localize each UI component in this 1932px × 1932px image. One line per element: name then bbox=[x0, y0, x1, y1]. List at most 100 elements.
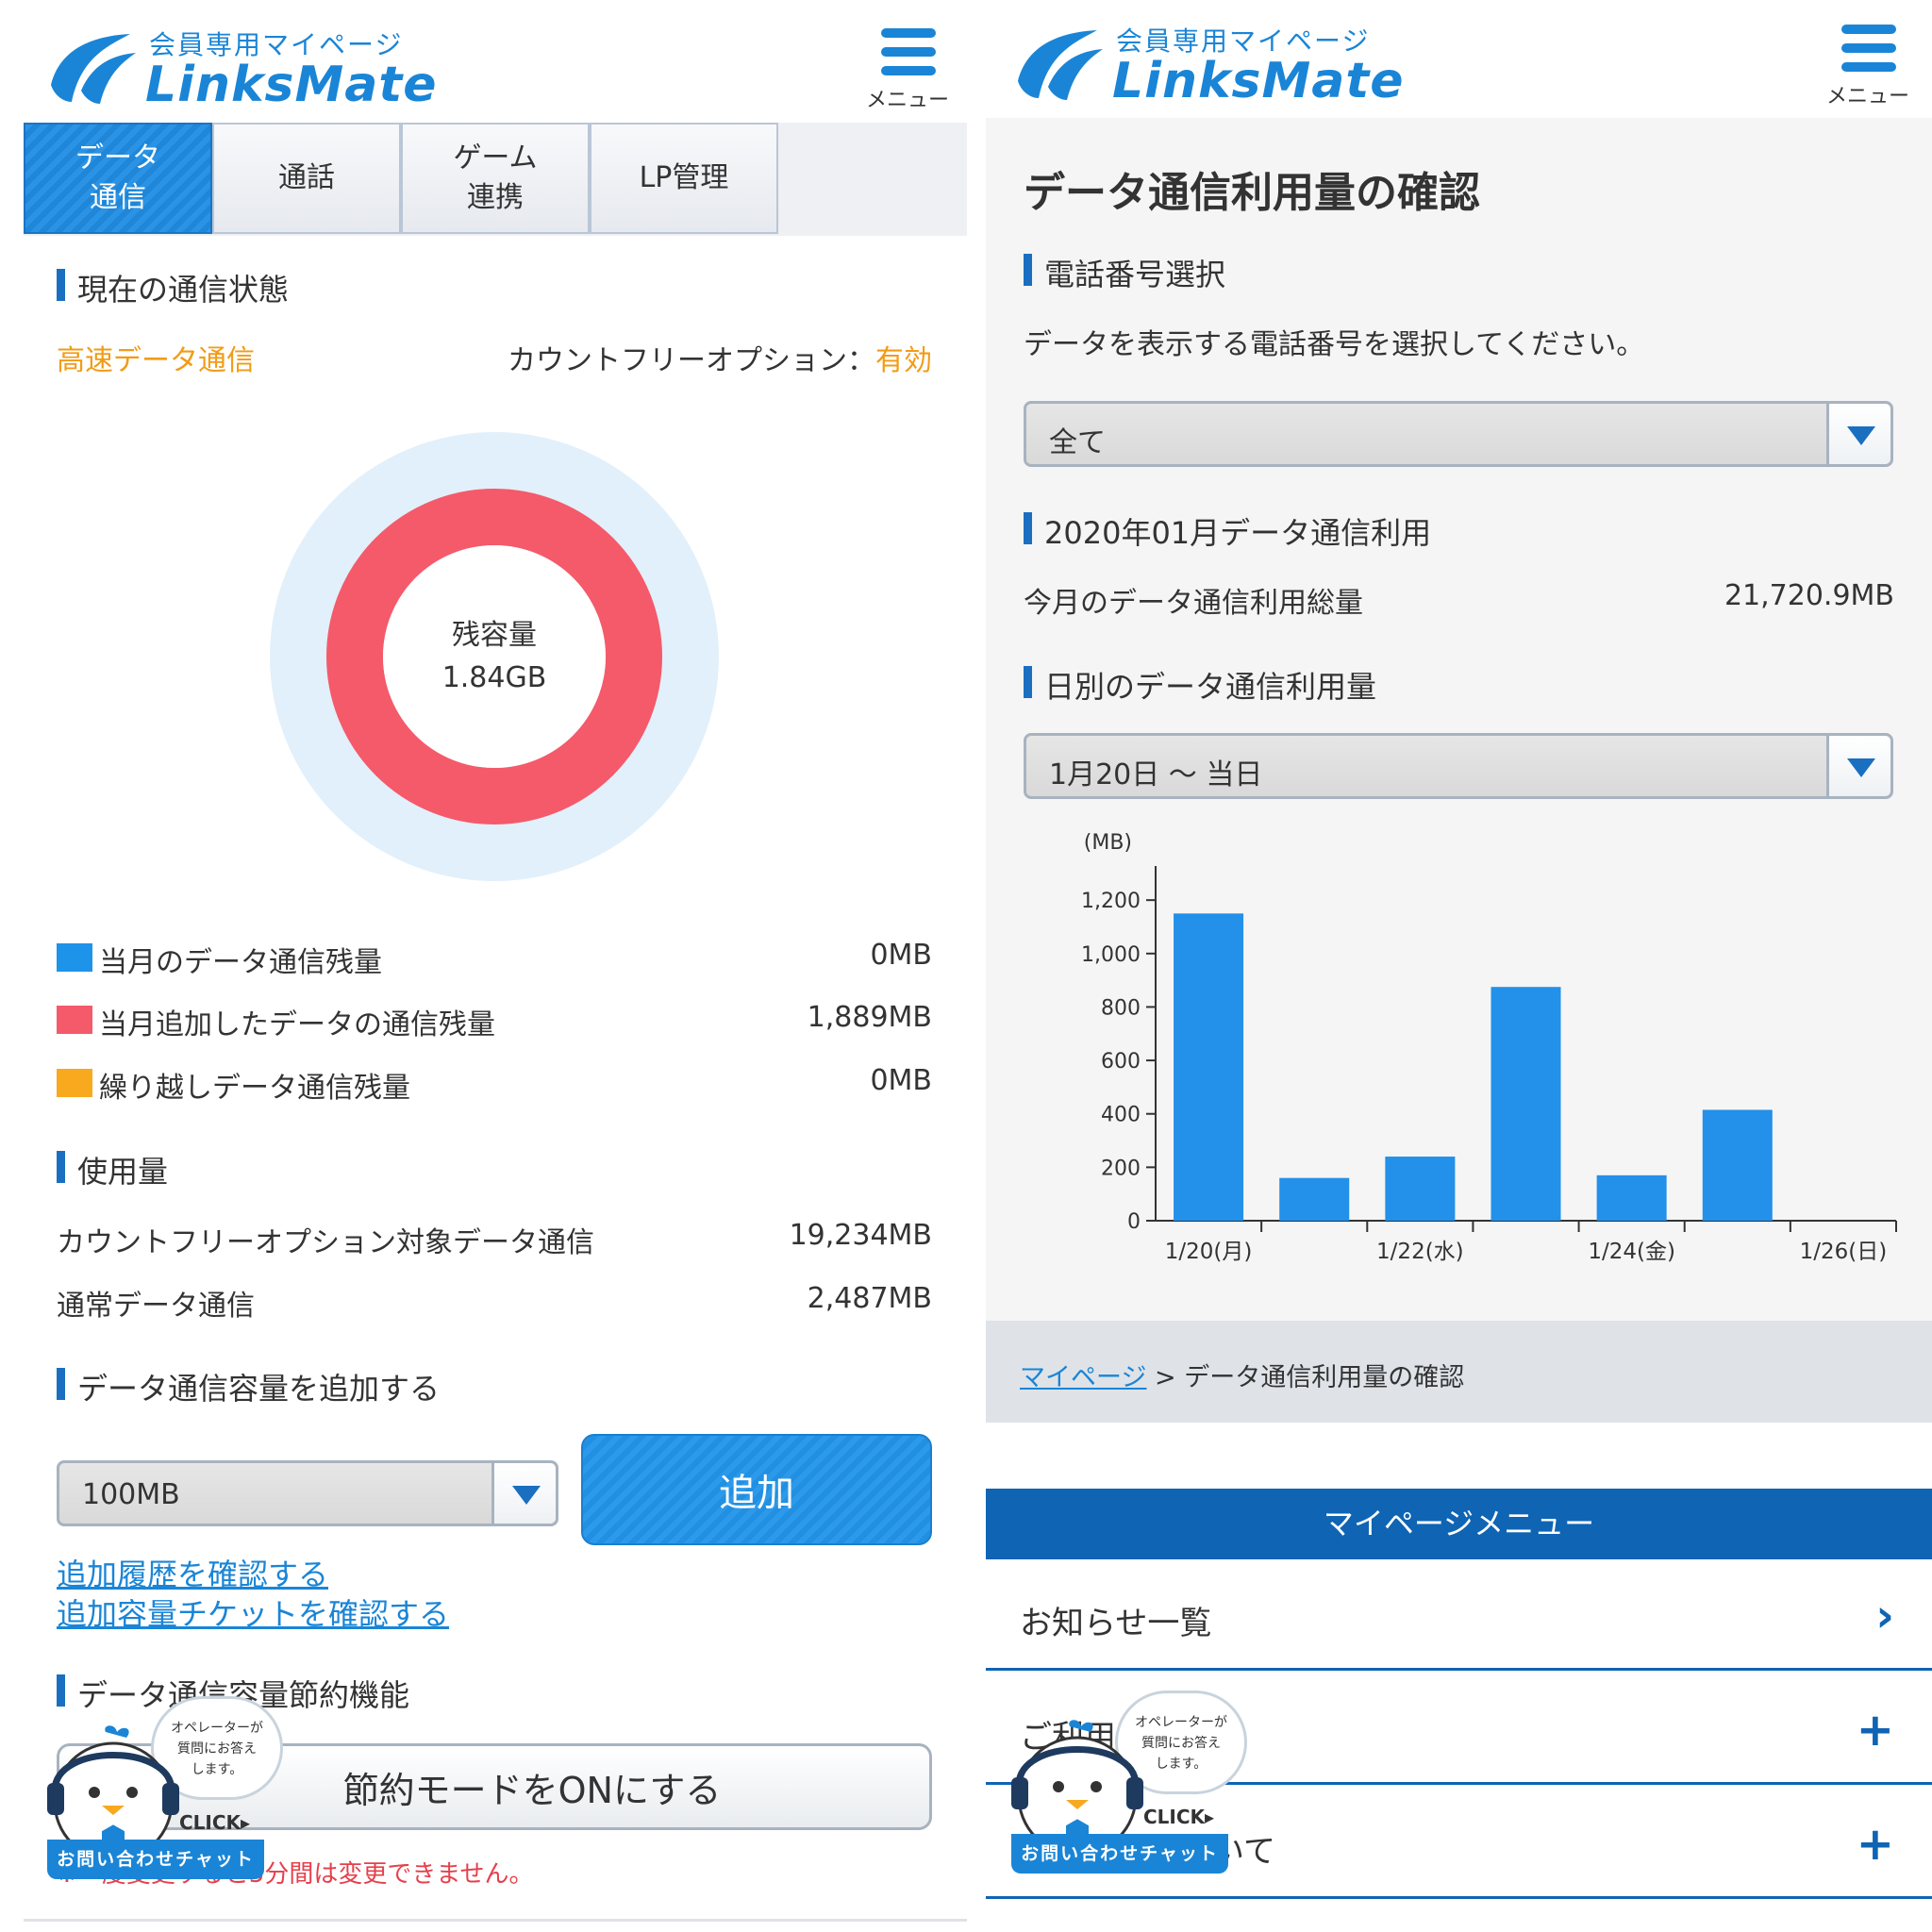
month-section-title: 2020年01月データ通信利用 bbox=[1024, 509, 1431, 553]
breadcrumb-current: データ通信利用量の確認 bbox=[1184, 1363, 1465, 1392]
y-axis-label: (MB) bbox=[1084, 831, 1132, 855]
donut-label: 残容量 bbox=[452, 619, 537, 652]
chat-bar-label: お問い合わせチャット bbox=[1011, 1834, 1228, 1874]
remaining-donut-chart: 残容量 1.84GB bbox=[270, 432, 719, 881]
chevron-right-icon: › bbox=[1875, 1590, 1894, 1642]
bar-1/22(水) bbox=[1385, 1157, 1456, 1221]
usage-value-countfree: 19,234MB bbox=[789, 1219, 932, 1252]
x-tick-label: 1/20(月) bbox=[1165, 1240, 1253, 1264]
plus-icon: + bbox=[1856, 1818, 1894, 1871]
menu-button[interactable]: メニュー bbox=[860, 28, 955, 113]
bar-1/24(金) bbox=[1596, 1174, 1667, 1221]
tab-game[interactable]: ゲーム 連携 bbox=[401, 123, 590, 234]
y-tick-label: 1,200 bbox=[1081, 890, 1141, 913]
count-free-value: 有効 bbox=[875, 344, 932, 377]
phone-description: データを表示する電話番号を選択してください。 bbox=[1024, 328, 1645, 361]
menu-item-label: お知らせ一覧 bbox=[1020, 1605, 1212, 1642]
bar-1/20(月) bbox=[1174, 913, 1244, 1221]
tab-data[interactable]: データ 通信 bbox=[24, 123, 212, 234]
mypage-menu-header: マイページメニュー bbox=[986, 1489, 1932, 1559]
x-tick-label: 1/26(日) bbox=[1800, 1240, 1888, 1264]
legend-label-monthly: 当月のデータ通信残量 bbox=[99, 946, 382, 979]
bar-1/25 bbox=[1702, 1109, 1773, 1221]
add-ticket-link[interactable]: 追加容量チケットを確認する bbox=[57, 1591, 449, 1634]
bar-1/23 bbox=[1491, 987, 1561, 1221]
y-tick-label: 200 bbox=[1101, 1157, 1141, 1180]
plus-icon: + bbox=[1856, 1704, 1894, 1757]
bottom-divider bbox=[24, 1919, 967, 1922]
donut-value: 1.84GB bbox=[442, 661, 547, 694]
range-select[interactable]: 1月20日 〜 当日 bbox=[1024, 733, 1893, 799]
usage-label-countfree: カウントフリーオプション対象データ通信 bbox=[57, 1226, 594, 1259]
daily-section-title: 日別のデータ通信利用量 bbox=[1024, 663, 1376, 707]
right-screen: 会員専用マイページ LinksMate メニュー データ通信利用量の確認 電話番… bbox=[986, 0, 1932, 1932]
page-title: データ通信利用量の確認 bbox=[1024, 169, 1480, 217]
legend-value-added: 1,889MB bbox=[807, 1001, 932, 1034]
menu-button[interactable]: メニュー bbox=[1821, 25, 1915, 109]
phone-select-value: 全て bbox=[1049, 426, 1106, 459]
breadcrumb-separator: > bbox=[1146, 1363, 1185, 1392]
chevron-down-icon bbox=[491, 1463, 556, 1524]
add-section-title: データ通信容量を追加する bbox=[57, 1365, 440, 1408]
usage-value-normal: 2,487MB bbox=[807, 1282, 932, 1315]
speed-status: 高速データ通信 bbox=[57, 344, 255, 377]
menu-label: メニュー bbox=[865, 89, 949, 112]
chat-widget[interactable]: オペレーターが 質問にお答え します。 CLICK▸ お問い合わせチャット bbox=[1011, 1690, 1247, 1879]
logo-title: LinksMate bbox=[145, 57, 438, 113]
logo-title: LinksMate bbox=[1112, 53, 1405, 109]
header: 会員専用マイページ LinksMate メニュー bbox=[986, 0, 1932, 123]
legend-swatch-monthly bbox=[57, 943, 92, 972]
chat-click-label: CLICK▸ bbox=[179, 1811, 251, 1834]
count-free-status: カウントフリーオプション：有効 bbox=[508, 337, 932, 378]
breadcrumb: マイページ > データ通信利用量の確認 bbox=[986, 1321, 1932, 1423]
chat-click-label: CLICK▸ bbox=[1143, 1806, 1215, 1828]
chevron-down-icon bbox=[1826, 404, 1890, 464]
usage-section-title: 使用量 bbox=[57, 1148, 168, 1191]
hamburger-icon bbox=[1841, 25, 1896, 72]
left-screen: 会員専用マイページ LinksMate メニュー データ 通信 通話 ゲーム 連… bbox=[0, 0, 972, 1932]
tab-bar: データ 通信 通話 ゲーム 連携 LP管理 bbox=[24, 123, 967, 236]
menu-item-news[interactable]: お知らせ一覧 › bbox=[986, 1559, 1932, 1671]
phone-section-title: 電話番号選択 bbox=[1024, 251, 1225, 294]
y-tick-label: 400 bbox=[1101, 1104, 1141, 1127]
y-tick-label: 600 bbox=[1101, 1050, 1141, 1074]
x-tick-label: 1/22(水) bbox=[1376, 1240, 1464, 1264]
add-button[interactable]: 追加 bbox=[581, 1434, 932, 1545]
x-tick-label: 1/24(金) bbox=[1588, 1240, 1675, 1264]
logo[interactable]: 会員専用マイページ LinksMate bbox=[1010, 17, 1407, 111]
status-section-title: 現在の通信状態 bbox=[57, 266, 289, 309]
y-tick-label: 0 bbox=[1127, 1210, 1141, 1234]
legend-value-monthly: 0MB bbox=[870, 939, 932, 972]
legend-label-carryover: 繰り越しデータ通信残量 bbox=[99, 1072, 410, 1105]
tab-call[interactable]: 通話 bbox=[212, 123, 401, 234]
breadcrumb-trail: マイページ > データ通信利用量の確認 bbox=[1020, 1357, 1464, 1393]
daily-usage-bar-chart: (MB) 0 200 400 600 800 1,000 1,200 1/20(月) 1/22(水… bbox=[1081, 831, 1897, 1264]
phone-select[interactable]: 全て bbox=[1024, 401, 1893, 467]
tab-lp[interactable]: LP管理 bbox=[590, 123, 778, 234]
header: 会員専用マイページ LinksMate メニュー bbox=[0, 0, 972, 123]
legend-swatch-carryover bbox=[57, 1069, 92, 1097]
menu-label: メニュー bbox=[1825, 85, 1909, 108]
range-select-value: 1月20日 〜 当日 bbox=[1049, 758, 1263, 791]
legend-value-carryover: 0MB bbox=[870, 1064, 932, 1097]
add-history-link[interactable]: 追加履歴を確認する bbox=[57, 1551, 328, 1594]
y-tick-label: 800 bbox=[1101, 996, 1141, 1020]
chevron-down-icon bbox=[1826, 736, 1890, 796]
usage-label-normal: 通常データ通信 bbox=[57, 1290, 255, 1323]
count-free-label: カウントフリーオプション： bbox=[508, 344, 875, 377]
breadcrumb-mypage-link[interactable]: マイページ bbox=[1020, 1363, 1146, 1392]
hamburger-icon bbox=[881, 28, 936, 75]
chat-widget[interactable]: オペレーターが 質問にお答え します。 CLICK▸ お問い合わせチャット bbox=[47, 1696, 283, 1885]
add-amount-select[interactable]: 100MB bbox=[57, 1460, 558, 1526]
legend-swatch-added bbox=[57, 1006, 92, 1034]
add-amount-value: 100MB bbox=[82, 1478, 180, 1511]
month-total-label: 今月のデータ通信利用総量 bbox=[1024, 587, 1363, 620]
donut-center bbox=[383, 545, 606, 768]
month-total-value: 21,720.9MB bbox=[1724, 579, 1894, 612]
logo-mark-icon bbox=[51, 34, 136, 104]
bar-1/21 bbox=[1279, 1177, 1350, 1221]
chat-bar-label: お問い合わせチャット bbox=[47, 1840, 264, 1879]
y-tick-label: 1,000 bbox=[1081, 943, 1141, 967]
legend-label-added: 当月追加したデータの通信残量 bbox=[99, 1008, 495, 1041]
logo[interactable]: 会員専用マイページ LinksMate bbox=[43, 21, 440, 115]
